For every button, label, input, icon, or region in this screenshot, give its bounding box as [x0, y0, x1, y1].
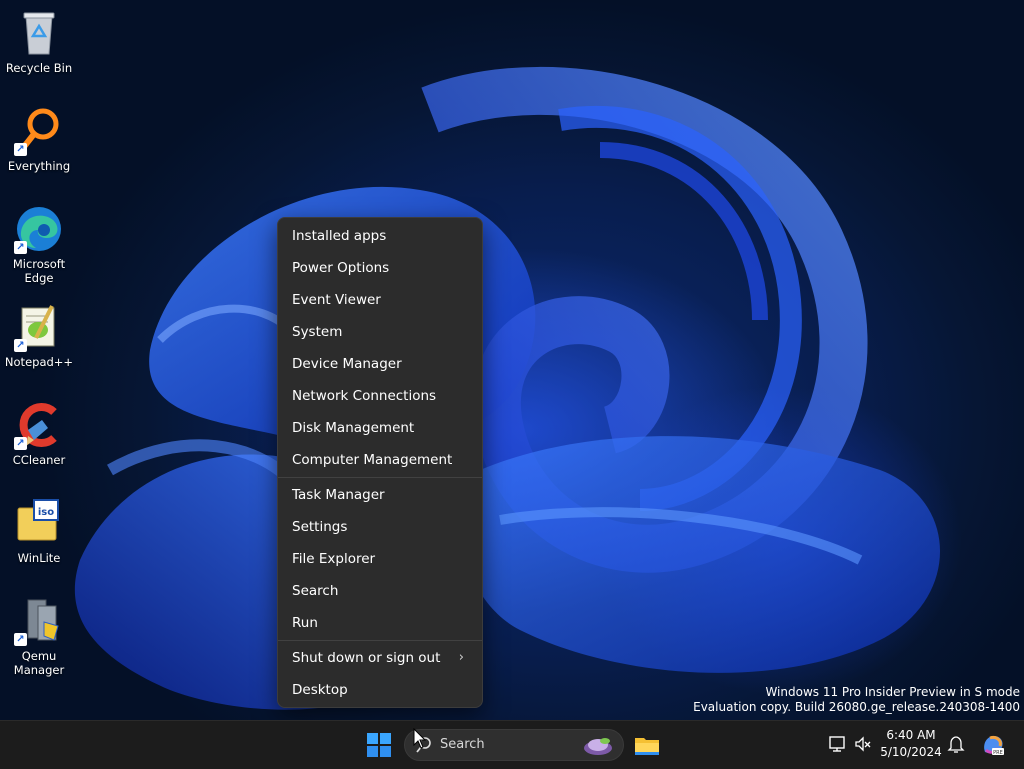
windows-logo-icon — [367, 733, 391, 757]
taskbar: Search 6:40 AM 5/10/2024 PRE — [0, 720, 1024, 769]
menu-item-run[interactable]: Run — [282, 609, 478, 637]
desktop-icon-microsoft-edge[interactable]: ↗ Microsoft Edge — [0, 204, 78, 285]
folder-icon — [635, 738, 659, 755]
menu-item-label: Shut down or sign out — [292, 650, 441, 666]
ccleaner-icon: ↗ — [14, 400, 64, 450]
desktop-icon-label: Notepad++ — [4, 355, 74, 369]
menu-item-task-manager[interactable]: Task Manager — [282, 481, 478, 509]
shortcut-arrow-icon: ↗ — [14, 633, 27, 646]
menu-item-shut-down-or-sign-out[interactable]: Shut down or sign out › — [282, 644, 478, 672]
chevron-right-icon: › — [458, 650, 464, 665]
menu-item-search[interactable]: Search — [282, 577, 478, 605]
menu-item-desktop[interactable]: Desktop — [282, 676, 478, 704]
menu-item-device-manager[interactable]: Device Manager — [282, 350, 478, 378]
shortcut-arrow-icon: ↗ — [14, 143, 27, 156]
winlite-icon: iso — [14, 498, 64, 548]
search-highlight-icon — [584, 738, 612, 755]
network-icon[interactable] — [828, 734, 848, 754]
shortcut-arrow-icon: ↗ — [14, 241, 27, 254]
svg-text:PRE: PRE — [993, 750, 1003, 756]
file-explorer-button[interactable] — [632, 730, 662, 760]
desktop-icon-winlite[interactable]: iso WinLite — [0, 498, 78, 565]
menu-separator — [278, 477, 482, 478]
desktop-icon-qemu-manager[interactable]: ↗ Qemu Manager — [0, 596, 78, 677]
edge-icon: ↗ — [14, 204, 64, 254]
mouse-cursor-icon — [413, 728, 427, 749]
taskbar-search-box[interactable]: Search — [404, 729, 624, 761]
menu-item-event-viewer[interactable]: Event Viewer — [282, 286, 478, 314]
search-placeholder: Search — [440, 737, 485, 752]
shortcut-arrow-icon: ↗ — [14, 437, 27, 450]
system-clock[interactable]: 6:40 AM 5/10/2024 — [880, 727, 942, 761]
everything-search-icon: ↗ — [14, 106, 64, 156]
winx-context-menu: Installed apps Power Options Event Viewe… — [277, 217, 483, 708]
watermark-line-1: Windows 11 Pro Insider Preview in S mode — [765, 685, 1020, 699]
evaluation-watermark: Windows 11 Pro Insider Preview in S mode… — [693, 685, 1020, 715]
desktop-icon-ccleaner[interactable]: ↗ CCleaner — [0, 400, 78, 467]
menu-item-file-explorer[interactable]: File Explorer — [282, 545, 478, 573]
shortcut-arrow-icon: ↗ — [14, 339, 27, 352]
desktop-icon-label: Everything — [7, 159, 71, 173]
clock-date: 5/10/2024 — [880, 745, 942, 759]
clock-time: 6:40 AM — [886, 728, 936, 742]
menu-item-disk-management[interactable]: Disk Management — [282, 414, 478, 442]
windows-bloom-wallpaper — [74, 66, 940, 710]
menu-item-system[interactable]: System — [282, 318, 478, 346]
desktop-icon-label: CCleaner — [12, 453, 66, 467]
recycle-bin-icon — [14, 8, 64, 58]
desktop-background[interactable]: Recycle Bin ↗ Everything ↗ Microsoft Edg… — [0, 0, 1024, 720]
desktop-icon-label: WinLite — [17, 551, 61, 565]
desktop-icon-label: Microsoft Edge — [12, 257, 66, 285]
notepadpp-icon: ↗ — [14, 302, 64, 352]
desktop-icon-notepadpp[interactable]: ↗ Notepad++ — [0, 302, 78, 369]
start-button[interactable] — [364, 730, 394, 760]
menu-separator — [278, 640, 482, 641]
copilot-icon[interactable]: PRE — [980, 732, 1006, 758]
volume-muted-icon[interactable] — [853, 734, 873, 754]
svg-text:iso: iso — [38, 507, 54, 518]
desktop-icon-recycle-bin[interactable]: Recycle Bin — [0, 8, 78, 75]
notification-bell-icon[interactable] — [946, 734, 966, 754]
desktop-icon-label: Recycle Bin — [5, 61, 73, 75]
qemu-manager-icon: ↗ — [14, 596, 64, 646]
desktop-icon-everything[interactable]: ↗ Everything — [0, 106, 78, 173]
menu-item-network-connections[interactable]: Network Connections — [282, 382, 478, 410]
menu-item-power-options[interactable]: Power Options — [282, 254, 478, 282]
desktop-icon-label: Qemu Manager — [13, 649, 65, 677]
menu-item-computer-management[interactable]: Computer Management — [282, 446, 478, 474]
watermark-line-2: Evaluation copy. Build 26080.ge_release.… — [693, 700, 1020, 714]
menu-item-settings[interactable]: Settings — [282, 513, 478, 541]
menu-item-installed-apps[interactable]: Installed apps — [282, 222, 478, 250]
